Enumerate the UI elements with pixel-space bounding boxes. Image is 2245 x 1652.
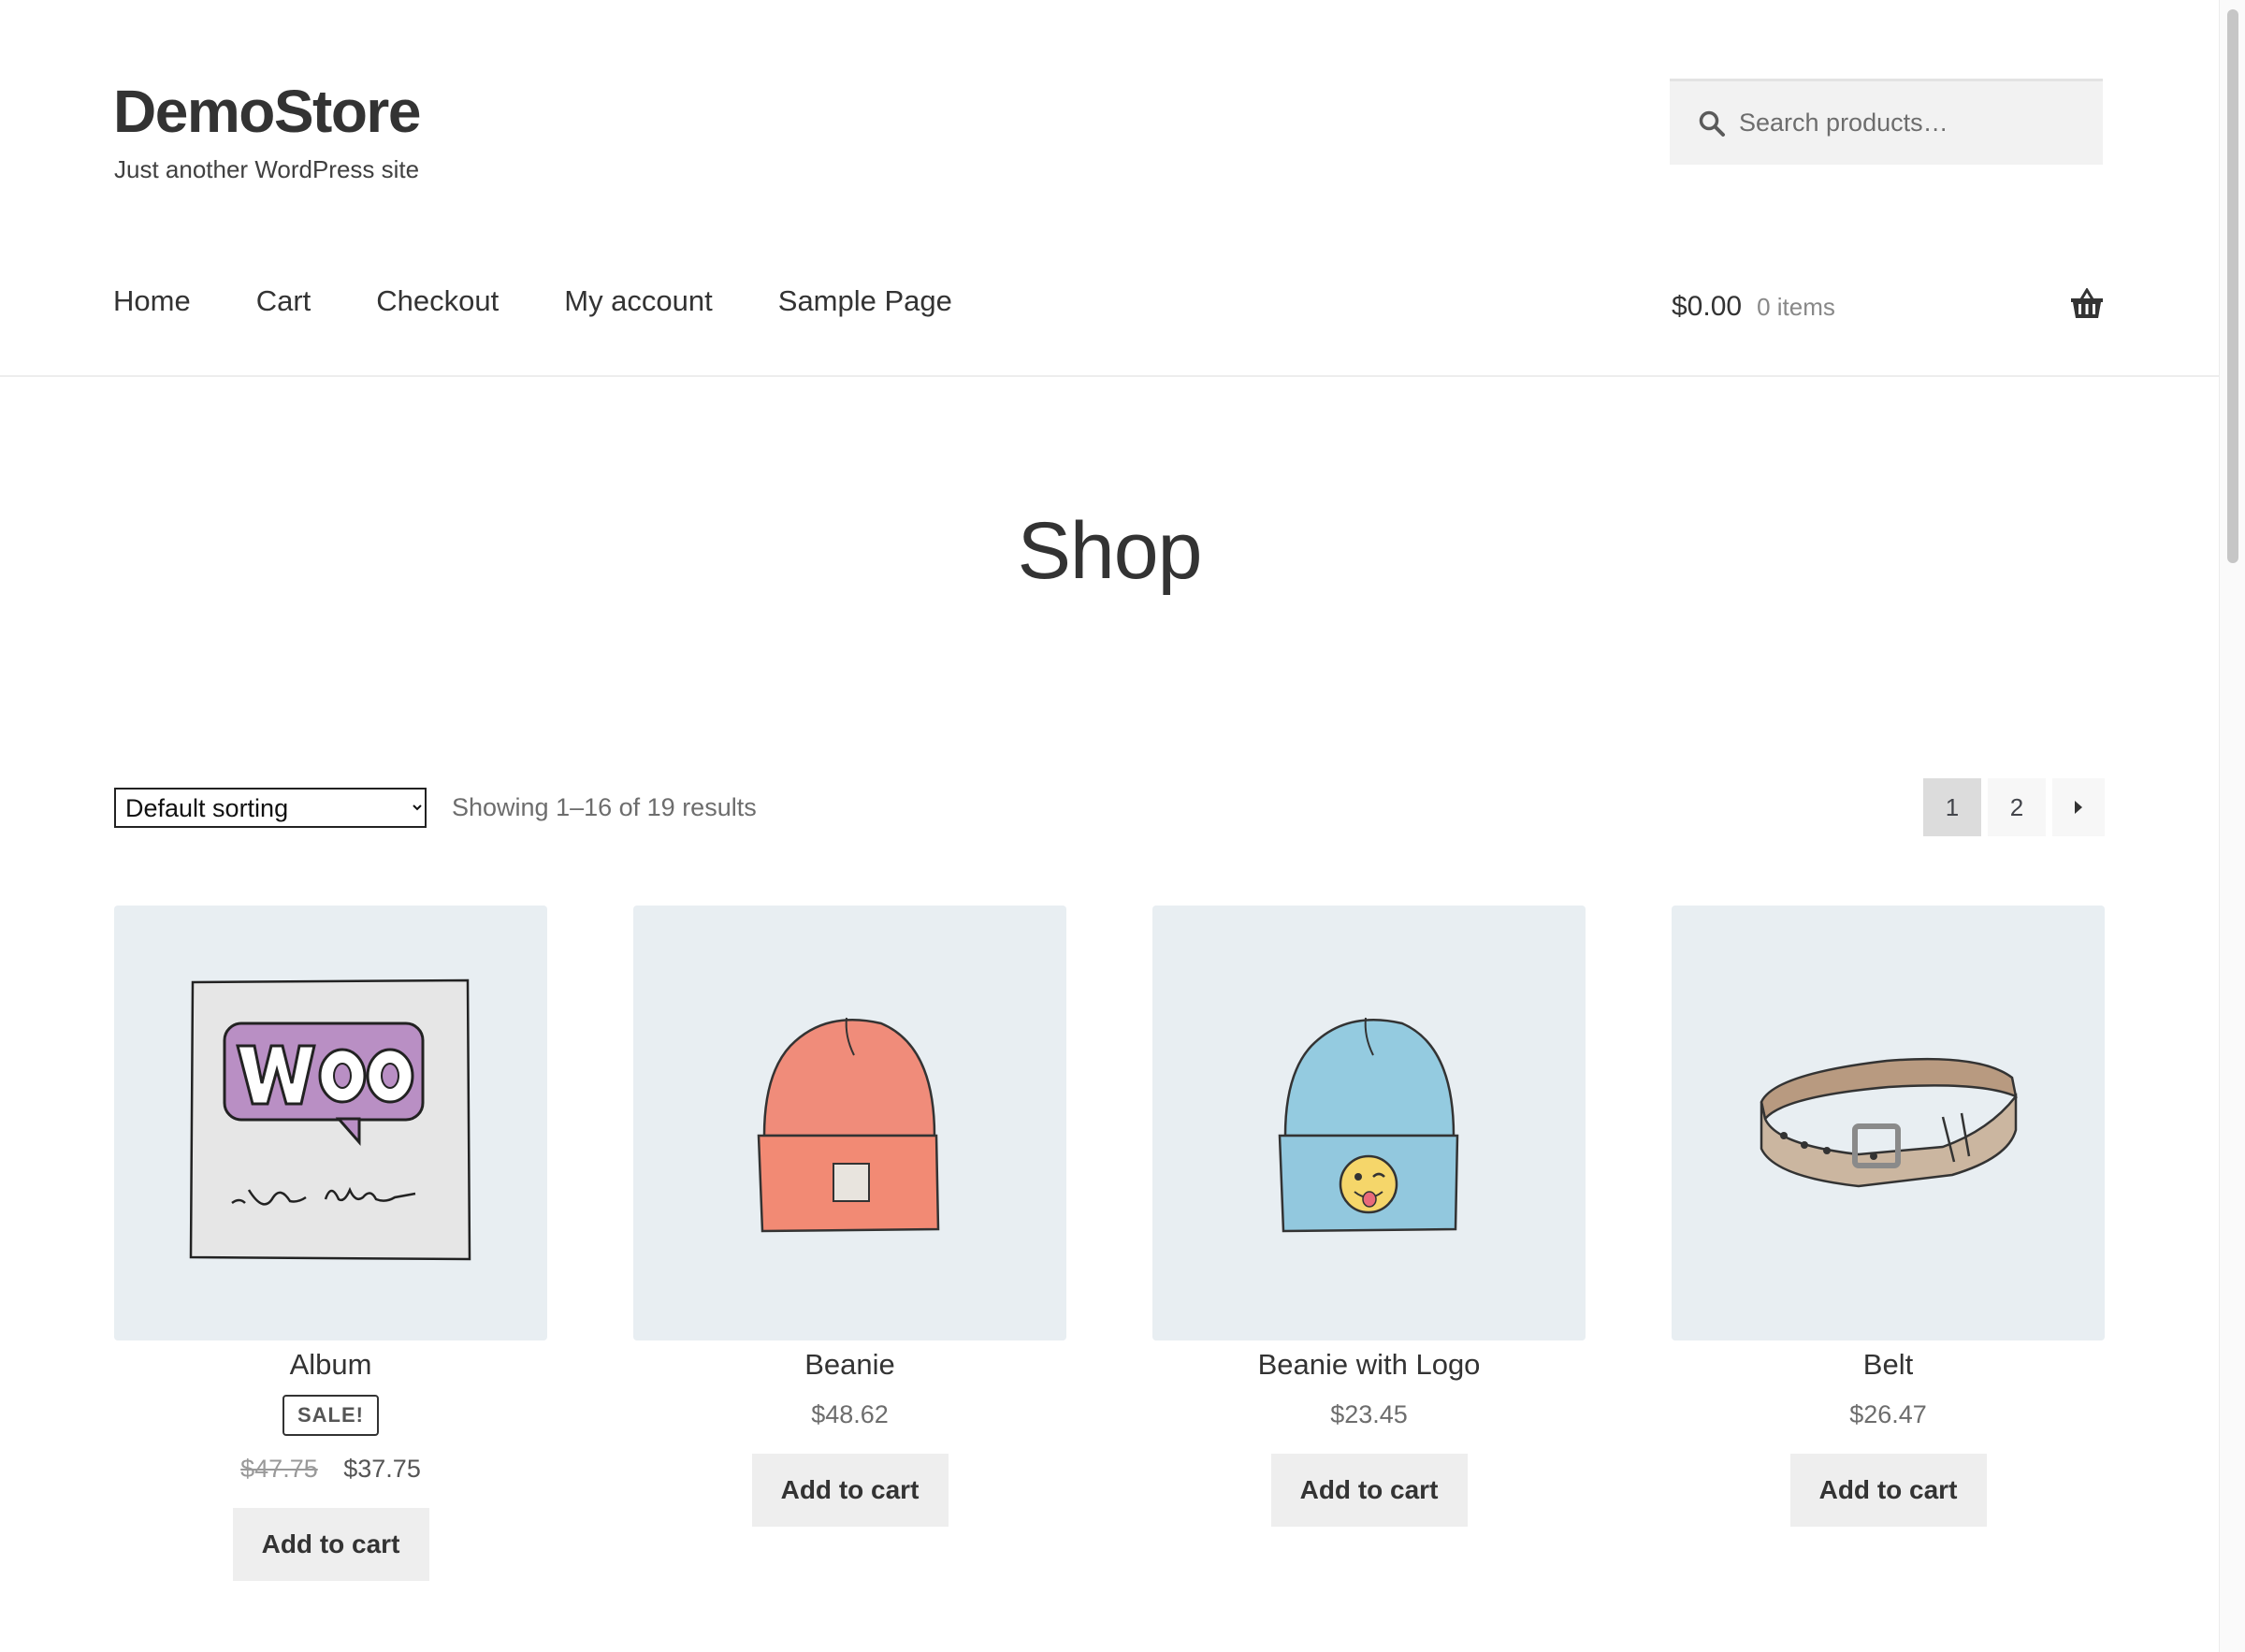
- page-scrollbar[interactable]: [2219, 0, 2245, 1652]
- belt-icon: [1760, 1057, 2018, 1188]
- search-icon: [1699, 110, 1725, 137]
- product-price: $48.62: [811, 1400, 889, 1428]
- page-title: Shop: [1017, 506, 1203, 596]
- add-to-cart-button[interactable]: Add to cart: [1789, 1454, 1987, 1527]
- site-header: DemoStore Just another WordPress site Ho…: [0, 0, 2219, 377]
- woo-album-icon: [189, 978, 471, 1261]
- pagination: 1 2: [1923, 778, 2105, 836]
- product-price: $47.75 $37.75: [114, 1455, 547, 1484]
- search-input[interactable]: [1739, 109, 2094, 138]
- next-page-button[interactable]: [2052, 778, 2105, 836]
- nav-item-sample-page[interactable]: Sample Page: [778, 284, 952, 318]
- cart-amount[interactable]: $0.00: [1672, 291, 1742, 323]
- product-image[interactable]: [1672, 906, 2105, 1340]
- product-card: Beanie $48.62 Add to cart: [633, 906, 1066, 1527]
- product-image[interactable]: [633, 906, 1066, 1340]
- product-name[interactable]: Beanie: [633, 1348, 1066, 1382]
- product-card: Belt $26.47 Add to cart: [1672, 906, 2105, 1527]
- beanie-icon: [757, 1017, 940, 1233]
- product-image[interactable]: [114, 906, 547, 1340]
- sale-badge: SALE!: [282, 1395, 379, 1436]
- add-to-cart-button[interactable]: Add to cart: [1270, 1454, 1468, 1527]
- add-to-cart-button[interactable]: Add to cart: [751, 1454, 949, 1527]
- product-card: Album SALE! $47.75 $37.75 Add to cart: [114, 906, 547, 1581]
- nav-item-home[interactable]: Home: [113, 284, 191, 318]
- product-image[interactable]: [1152, 906, 1586, 1340]
- product-name[interactable]: Beanie with Logo: [1152, 1348, 1586, 1382]
- primary-nav: Home Cart Checkout My account Sample Pag…: [113, 284, 1018, 318]
- nav-item-cart[interactable]: Cart: [256, 284, 311, 318]
- product-card: Beanie with Logo $23.45 Add to cart: [1152, 906, 1586, 1527]
- page-1-button[interactable]: 1: [1923, 778, 1981, 836]
- basket-icon[interactable]: [2069, 288, 2105, 320]
- cart-count[interactable]: 0 items: [1757, 293, 1835, 322]
- product-price: $26.47: [1849, 1400, 1927, 1428]
- old-price: $47.75: [240, 1455, 318, 1483]
- result-count: Showing 1–16 of 19 results: [452, 793, 757, 821]
- scrollbar-thumb[interactable]: [2227, 9, 2238, 563]
- product-name[interactable]: Album: [114, 1348, 547, 1382]
- product-name[interactable]: Belt: [1672, 1348, 2105, 1382]
- beanie-logo-icon: [1278, 1017, 1459, 1233]
- page-2-button[interactable]: 2: [1988, 778, 2046, 836]
- nav-item-my-account[interactable]: My account: [564, 284, 713, 318]
- sort-select[interactable]: Default sorting: [114, 788, 427, 828]
- add-to-cart-button[interactable]: Add to cart: [232, 1508, 429, 1581]
- nav-item-checkout[interactable]: Checkout: [376, 284, 499, 318]
- chevron-right-icon: [2075, 801, 2082, 814]
- site-description: Just another WordPress site: [114, 155, 420, 183]
- product-price: $23.45: [1330, 1400, 1408, 1428]
- product-search[interactable]: [1670, 79, 2103, 165]
- header-cart[interactable]: $0.00 0 items: [1672, 286, 2105, 327]
- site-title[interactable]: DemoStore: [113, 77, 421, 146]
- sale-price: $37.75: [343, 1455, 421, 1483]
